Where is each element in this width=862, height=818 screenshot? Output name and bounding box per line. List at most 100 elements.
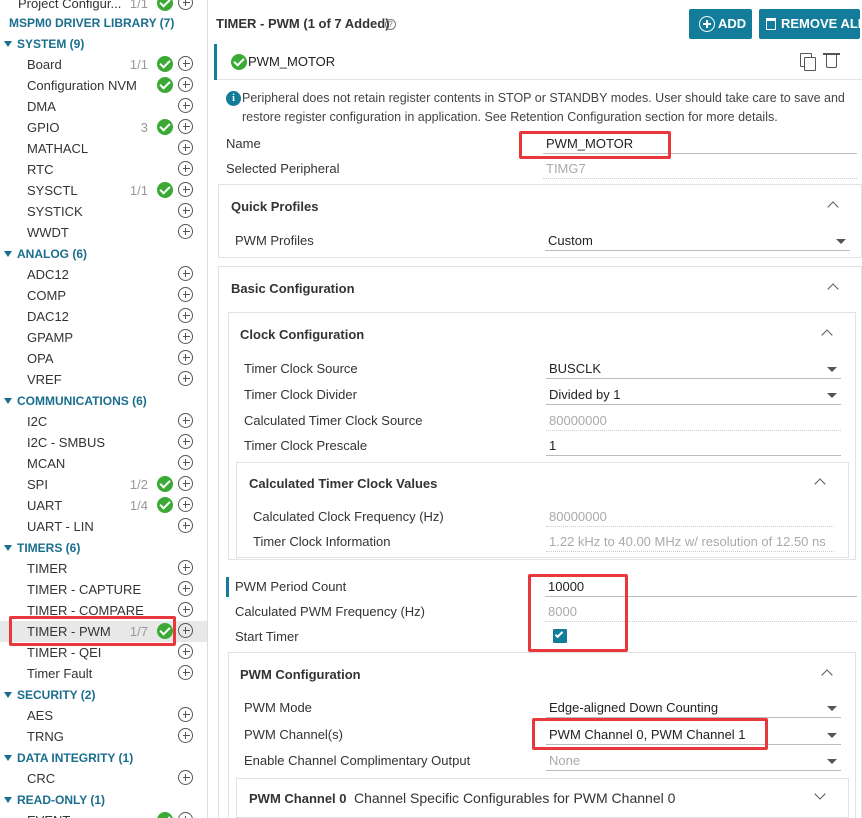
- sidebar-item-wwdt[interactable]: WWDT: [0, 222, 207, 243]
- add-icon[interactable]: [178, 140, 193, 155]
- sidebar-item-gpamp[interactable]: GPAMP: [0, 327, 207, 348]
- category-analog[interactable]: ANALOG (6): [0, 244, 207, 265]
- sidebar-item-timer-compare[interactable]: TIMER - COMPARE: [0, 600, 207, 621]
- sidebar-item-timer-pwm[interactable]: TIMER - PWM 1/7: [0, 621, 207, 642]
- pwm-profiles-select[interactable]: Custom: [545, 233, 850, 251]
- add-icon[interactable]: [178, 728, 193, 743]
- add-icon[interactable]: [178, 497, 193, 512]
- add-icon[interactable]: [178, 224, 193, 239]
- add-icon[interactable]: [178, 623, 193, 638]
- pwm-period-count-input[interactable]: 10000: [545, 579, 857, 597]
- add-icon[interactable]: [178, 560, 193, 575]
- add-icon[interactable]: [178, 119, 193, 134]
- add-icon[interactable]: [178, 182, 193, 197]
- add-icon[interactable]: [178, 371, 193, 386]
- sidebar-item-project-configuration[interactable]: Project Configur... 1/1: [0, 0, 207, 14]
- add-icon[interactable]: [178, 98, 193, 113]
- sidebar-item-configuration-nvm[interactable]: Configuration NVM: [0, 75, 207, 96]
- main-panel: TIMER - PWM (1 of 7 Added) ? ADD REMOVE …: [214, 0, 862, 818]
- sidebar-item-rtc[interactable]: RTC: [0, 159, 207, 180]
- sidebar-item-dac12[interactable]: DAC12: [0, 306, 207, 327]
- add-icon[interactable]: [178, 644, 193, 659]
- remove-all-button[interactable]: REMOVE ALL: [759, 9, 862, 39]
- timer-clock-divider-select[interactable]: Divided by 1: [546, 387, 841, 405]
- sidebar-item-timer[interactable]: TIMER: [0, 558, 207, 579]
- calculated-timer-clock-values-title[interactable]: Calculated Timer Clock Values: [249, 476, 437, 491]
- timer-clock-prescale-input[interactable]: 1: [546, 438, 841, 456]
- add-icon[interactable]: [178, 476, 193, 491]
- expand-triangle-icon: [4, 545, 12, 551]
- category-communications[interactable]: COMMUNICATIONS (6): [0, 391, 207, 412]
- complimentary-output-select[interactable]: None: [546, 753, 841, 771]
- category-read-only[interactable]: READ-ONLY (1): [0, 790, 207, 811]
- help-icon[interactable]: ?: [385, 19, 396, 30]
- retention-info: Peripheral does not retain register cont…: [242, 91, 845, 124]
- sidebar-item-gpio[interactable]: GPIO 3: [0, 117, 207, 138]
- add-icon[interactable]: [178, 350, 193, 365]
- sidebar-item-timer-capture[interactable]: TIMER - CAPTURE: [0, 579, 207, 600]
- sidebar-item-board[interactable]: Board 1/1: [0, 54, 207, 75]
- sidebar-item-i2c-smbus[interactable]: I2C - SMBUS: [0, 432, 207, 453]
- add-icon[interactable]: [178, 581, 193, 596]
- sidebar-item-timer-fault[interactable]: Timer Fault: [0, 663, 207, 684]
- category-security[interactable]: SECURITY (2): [0, 685, 207, 706]
- add-icon[interactable]: [178, 329, 193, 344]
- add-icon[interactable]: [178, 434, 193, 449]
- sidebar-item-i2c[interactable]: I2C: [0, 411, 207, 432]
- sidebar-item-crc[interactable]: CRC: [0, 768, 207, 789]
- sidebar-item-uart-lin[interactable]: UART - LIN: [0, 516, 207, 537]
- pwm-channels-select[interactable]: PWM Channel 0, PWM Channel 1: [546, 727, 841, 745]
- add-icon[interactable]: [178, 413, 193, 428]
- add-icon[interactable]: [178, 287, 193, 302]
- add-icon[interactable]: [178, 161, 193, 176]
- sidebar-item-spi[interactable]: SPI 1/2: [0, 474, 207, 495]
- add-icon[interactable]: [178, 455, 193, 470]
- sidebar-item-opa[interactable]: OPA: [0, 348, 207, 369]
- sidebar-item-event[interactable]: EVENT: [0, 810, 207, 818]
- add-icon[interactable]: [178, 203, 193, 218]
- quick-profiles-title[interactable]: Quick Profiles: [231, 199, 318, 214]
- delete-icon[interactable]: [826, 55, 837, 68]
- library-header[interactable]: MSPM0 DRIVER LIBRARY (7): [0, 13, 207, 34]
- add-icon[interactable]: [178, 266, 193, 281]
- add-icon[interactable]: [178, 770, 193, 785]
- instance-bar[interactable]: PWM_MOTOR: [214, 44, 862, 80]
- sidebar-item-adc12[interactable]: ADC12: [0, 264, 207, 285]
- pwm-channel-0-title: PWM Channel 0: [249, 791, 347, 806]
- add-icon[interactable]: [178, 56, 193, 71]
- timer-clock-source-select[interactable]: BUSCLK: [546, 361, 841, 379]
- instance-name: PWM_MOTOR: [248, 54, 336, 69]
- sidebar-item-sysctl[interactable]: SYSCTL 1/1: [0, 180, 207, 201]
- category-timers[interactable]: TIMERS (6): [0, 538, 207, 559]
- sidebar-item-trng[interactable]: TRNG: [0, 726, 207, 747]
- sidebar-item-mathacl[interactable]: MATHACL: [0, 138, 207, 159]
- add-icon[interactable]: [178, 308, 193, 323]
- add-icon[interactable]: [178, 707, 193, 722]
- added-check-icon: [157, 56, 173, 72]
- add-circle-icon: [699, 16, 715, 32]
- add-icon[interactable]: [178, 518, 193, 533]
- sidebar-item-dma[interactable]: DMA: [0, 96, 207, 117]
- sidebar-item-uart[interactable]: UART 1/4: [0, 495, 207, 516]
- add-icon[interactable]: [178, 665, 193, 680]
- sidebar-item-vref[interactable]: VREF: [0, 369, 207, 390]
- add-icon[interactable]: [178, 77, 193, 92]
- sidebar-item-mcan[interactable]: MCAN: [0, 453, 207, 474]
- sidebar-item-aes[interactable]: AES: [0, 705, 207, 726]
- sidebar-item-systick[interactable]: SYSTICK: [0, 201, 207, 222]
- copy-icon-back: [804, 57, 816, 71]
- category-system[interactable]: SYSTEM (9): [0, 34, 207, 55]
- clock-configuration-title[interactable]: Clock Configuration: [240, 327, 364, 342]
- sidebar-item-comp[interactable]: COMP: [0, 285, 207, 306]
- basic-configuration-title[interactable]: Basic Configuration: [231, 281, 355, 296]
- add-icon[interactable]: [178, 0, 193, 10]
- sidebar-item-timer-qei[interactable]: TIMER - QEI: [0, 642, 207, 663]
- add-icon[interactable]: [178, 602, 193, 617]
- pwm-configuration-title[interactable]: PWM Configuration: [240, 667, 361, 682]
- pwm-mode-select[interactable]: Edge-aligned Down Counting: [546, 700, 841, 718]
- name-input[interactable]: PWM_MOTOR: [543, 136, 857, 154]
- add-icon[interactable]: [178, 812, 193, 818]
- add-button[interactable]: ADD: [689, 9, 752, 39]
- category-data-integrity[interactable]: DATA INTEGRITY (1): [0, 748, 207, 769]
- start-timer-checkbox[interactable]: [553, 629, 567, 643]
